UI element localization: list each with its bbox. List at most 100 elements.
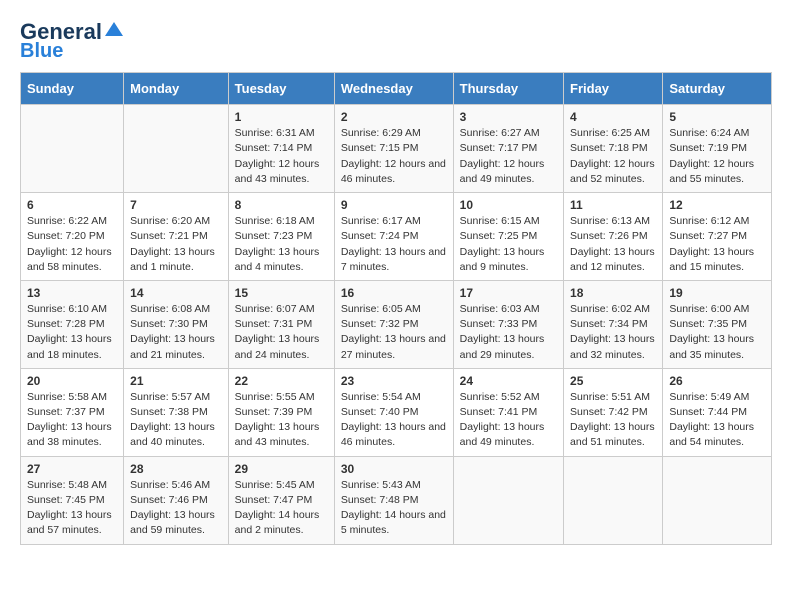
day-number: 8	[235, 198, 328, 212]
day-number: 14	[130, 286, 222, 300]
day-number: 22	[235, 374, 328, 388]
calendar-cell: 11 Sunrise: 6:13 AMSunset: 7:26 PMDayligh…	[564, 193, 663, 281]
calendar-cell	[564, 456, 663, 544]
calendar-cell: 7 Sunrise: 6:20 AMSunset: 7:21 PMDaylight…	[124, 193, 229, 281]
day-info: Sunrise: 6:02 AMSunset: 7:34 PMDaylight:…	[570, 302, 656, 363]
day-info: Sunrise: 6:31 AMSunset: 7:14 PMDaylight:…	[235, 126, 328, 187]
day-number: 15	[235, 286, 328, 300]
day-number: 27	[27, 462, 117, 476]
day-number: 30	[341, 462, 447, 476]
day-info: Sunrise: 6:10 AMSunset: 7:28 PMDaylight:…	[27, 302, 117, 363]
header: General Blue	[20, 20, 772, 62]
day-number: 26	[669, 374, 765, 388]
day-info: Sunrise: 6:05 AMSunset: 7:32 PMDaylight:…	[341, 302, 447, 363]
day-info: Sunrise: 5:48 AMSunset: 7:45 PMDaylight:…	[27, 478, 117, 539]
logo-icon	[105, 22, 123, 38]
calendar-cell	[124, 105, 229, 193]
calendar-cell: 4 Sunrise: 6:25 AMSunset: 7:18 PMDaylight…	[564, 105, 663, 193]
day-number: 21	[130, 374, 222, 388]
day-number: 4	[570, 110, 656, 124]
day-info: Sunrise: 6:15 AMSunset: 7:25 PMDaylight:…	[460, 214, 557, 275]
calendar-cell: 3Sunrise: 6:27 AMSunset: 7:17 PMDaylight…	[453, 105, 563, 193]
day-info: Sunrise: 6:00 AMSunset: 7:35 PMDaylight:…	[669, 302, 765, 363]
week-row-4: 20Sunrise: 5:58 AMSunset: 7:37 PMDayligh…	[21, 368, 772, 456]
calendar-cell: 25 Sunrise: 5:51 AMSunset: 7:42 PMDayligh…	[564, 368, 663, 456]
day-info: Sunrise: 6:29 AMSunset: 7:15 PMDaylight:…	[341, 126, 447, 187]
day-number: 17	[460, 286, 557, 300]
day-info: Sunrise: 6:08 AMSunset: 7:30 PMDaylight:…	[130, 302, 222, 363]
header-day-wednesday: Wednesday	[334, 73, 453, 105]
day-number: 5	[669, 110, 765, 124]
calendar-cell	[21, 105, 124, 193]
day-info: Sunrise: 6:12 AMSunset: 7:27 PMDaylight:…	[669, 214, 765, 275]
calendar-cell: 2 Sunrise: 6:29 AMSunset: 7:15 PMDaylight…	[334, 105, 453, 193]
day-number: 25	[570, 374, 656, 388]
calendar-cell: 17 Sunrise: 6:03 AMSunset: 7:33 PMDayligh…	[453, 280, 563, 368]
day-info: Sunrise: 6:24 AMSunset: 7:19 PMDaylight:…	[669, 126, 765, 187]
calendar-cell: 21 Sunrise: 5:57 AMSunset: 7:38 PMDayligh…	[124, 368, 229, 456]
week-row-3: 13Sunrise: 6:10 AMSunset: 7:28 PMDayligh…	[21, 280, 772, 368]
calendar-cell: 12 Sunrise: 6:12 AMSunset: 7:27 PMDayligh…	[663, 193, 772, 281]
day-number: 28	[130, 462, 222, 476]
logo-blue: Blue	[20, 40, 63, 62]
day-number: 29	[235, 462, 328, 476]
day-info: Sunrise: 6:18 AMSunset: 7:23 PMDaylight:…	[235, 214, 328, 275]
day-info: Sunrise: 5:43 AMSunset: 7:48 PMDaylight:…	[341, 478, 447, 539]
day-number: 18	[570, 286, 656, 300]
day-info: Sunrise: 5:58 AMSunset: 7:37 PMDaylight:…	[27, 390, 117, 451]
week-row-2: 6 Sunrise: 6:22 AMSunset: 7:20 PMDaylight…	[21, 193, 772, 281]
week-row-1: 1Sunrise: 6:31 AMSunset: 7:14 PMDaylight…	[21, 105, 772, 193]
calendar-cell	[663, 456, 772, 544]
day-info: Sunrise: 5:49 AMSunset: 7:44 PMDaylight:…	[669, 390, 765, 451]
day-info: Sunrise: 6:25 AMSunset: 7:18 PMDaylight:…	[570, 126, 656, 187]
day-number: 9	[341, 198, 447, 212]
day-number: 11	[570, 198, 656, 212]
day-info: Sunrise: 6:20 AMSunset: 7:21 PMDaylight:…	[130, 214, 222, 275]
header-day-tuesday: Tuesday	[228, 73, 334, 105]
calendar-cell: 18 Sunrise: 6:02 AMSunset: 7:34 PMDayligh…	[564, 280, 663, 368]
day-number: 24	[460, 374, 557, 388]
calendar-cell: 22 Sunrise: 5:55 AMSunset: 7:39 PMDayligh…	[228, 368, 334, 456]
calendar-cell: 30 Sunrise: 5:43 AMSunset: 7:48 PMDayligh…	[334, 456, 453, 544]
calendar-cell: 24 Sunrise: 5:52 AMSunset: 7:41 PMDayligh…	[453, 368, 563, 456]
day-info: Sunrise: 5:54 AMSunset: 7:40 PMDaylight:…	[341, 390, 447, 451]
day-number: 19	[669, 286, 765, 300]
logo: General Blue	[20, 20, 123, 62]
calendar-cell: 5 Sunrise: 6:24 AMSunset: 7:19 PMDaylight…	[663, 105, 772, 193]
day-info: Sunrise: 6:27 AMSunset: 7:17 PMDaylight:…	[460, 126, 557, 187]
header-day-saturday: Saturday	[663, 73, 772, 105]
week-row-5: 27 Sunrise: 5:48 AMSunset: 7:45 PMDayligh…	[21, 456, 772, 544]
day-info: Sunrise: 5:46 AMSunset: 7:46 PMDaylight:…	[130, 478, 222, 539]
day-info: Sunrise: 5:55 AMSunset: 7:39 PMDaylight:…	[235, 390, 328, 451]
calendar-cell: 20Sunrise: 5:58 AMSunset: 7:37 PMDayligh…	[21, 368, 124, 456]
day-info: Sunrise: 5:51 AMSunset: 7:42 PMDaylight:…	[570, 390, 656, 451]
header-day-friday: Friday	[564, 73, 663, 105]
day-number: 10	[460, 198, 557, 212]
calendar-cell: 16 Sunrise: 6:05 AMSunset: 7:32 PMDayligh…	[334, 280, 453, 368]
day-number: 16	[341, 286, 447, 300]
calendar-cell	[453, 456, 563, 544]
day-number: 7	[130, 198, 222, 212]
day-info: Sunrise: 6:13 AMSunset: 7:26 PMDaylight:…	[570, 214, 656, 275]
day-info: Sunrise: 6:17 AMSunset: 7:24 PMDaylight:…	[341, 214, 447, 275]
day-number: 6	[27, 198, 117, 212]
calendar-cell: 14 Sunrise: 6:08 AMSunset: 7:30 PMDayligh…	[124, 280, 229, 368]
calendar-cell: 8 Sunrise: 6:18 AMSunset: 7:23 PMDaylight…	[228, 193, 334, 281]
calendar-cell: 15 Sunrise: 6:07 AMSunset: 7:31 PMDayligh…	[228, 280, 334, 368]
day-number: 23	[341, 374, 447, 388]
header-row: SundayMondayTuesdayWednesdayThursdayFrid…	[21, 73, 772, 105]
calendar-cell: 27 Sunrise: 5:48 AMSunset: 7:45 PMDayligh…	[21, 456, 124, 544]
day-number: 12	[669, 198, 765, 212]
day-info: Sunrise: 5:52 AMSunset: 7:41 PMDaylight:…	[460, 390, 557, 451]
calendar-cell: 6 Sunrise: 6:22 AMSunset: 7:20 PMDaylight…	[21, 193, 124, 281]
day-info: Sunrise: 6:03 AMSunset: 7:33 PMDaylight:…	[460, 302, 557, 363]
header-day-thursday: Thursday	[453, 73, 563, 105]
day-number: 2	[341, 110, 447, 124]
day-info: Sunrise: 6:22 AMSunset: 7:20 PMDaylight:…	[27, 214, 117, 275]
calendar-cell: 10 Sunrise: 6:15 AMSunset: 7:25 PMDayligh…	[453, 193, 563, 281]
calendar-cell: 28 Sunrise: 5:46 AMSunset: 7:46 PMDayligh…	[124, 456, 229, 544]
calendar-cell: 9 Sunrise: 6:17 AMSunset: 7:24 PMDaylight…	[334, 193, 453, 281]
day-info: Sunrise: 5:57 AMSunset: 7:38 PMDaylight:…	[130, 390, 222, 451]
calendar-cell: 29Sunrise: 5:45 AMSunset: 7:47 PMDayligh…	[228, 456, 334, 544]
day-info: Sunrise: 6:07 AMSunset: 7:31 PMDaylight:…	[235, 302, 328, 363]
